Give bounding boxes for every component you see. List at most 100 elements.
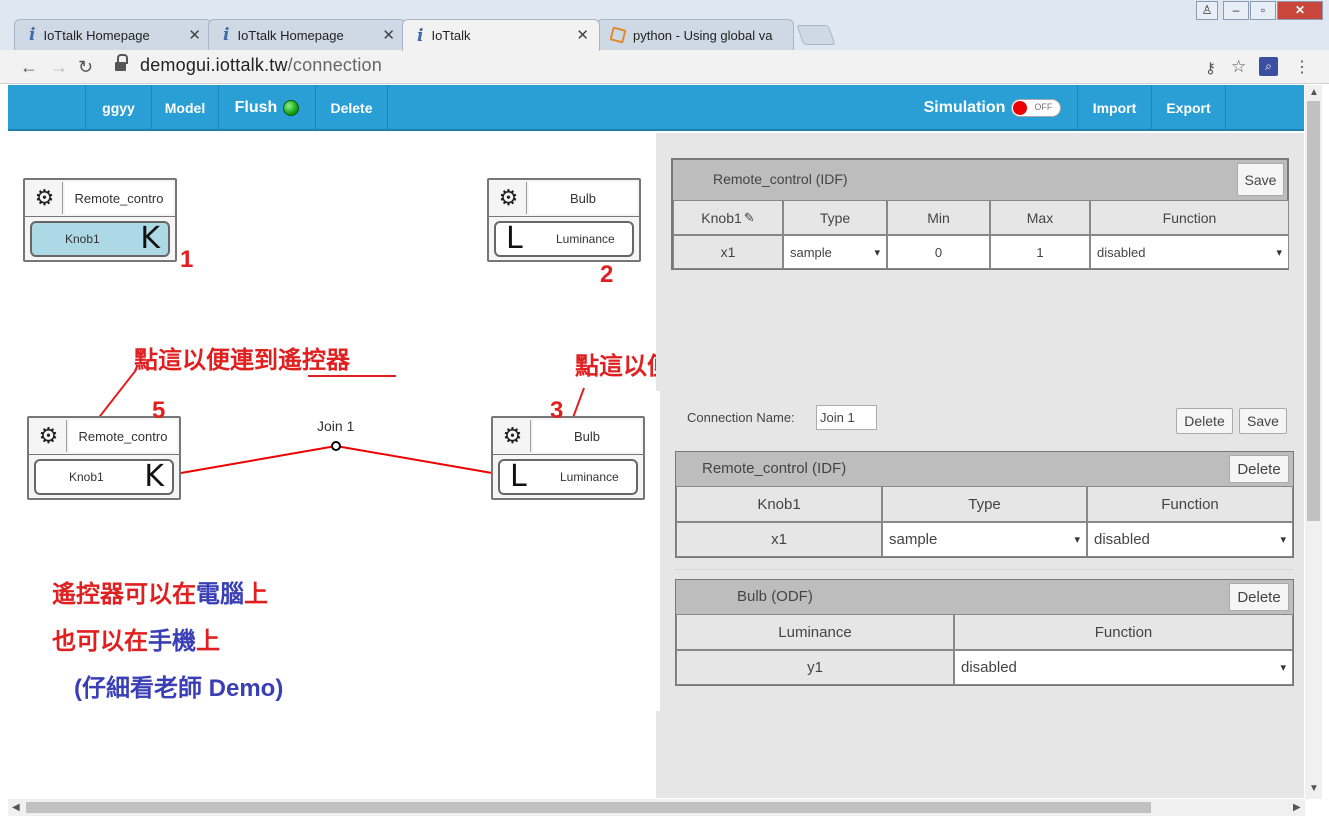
iottalk-icon: i bbox=[223, 25, 230, 45]
idf-header-max: Max bbox=[990, 200, 1090, 235]
idf-max-input[interactable]: 1 bbox=[990, 235, 1090, 269]
scroll-left-icon[interactable]: ◀ bbox=[12, 802, 20, 813]
close-tab-icon[interactable]: ✕ bbox=[576, 26, 589, 44]
device-bulb-odf[interactable]: ⚙ Bulb L Luminance bbox=[487, 178, 641, 262]
idf-title: Remote_control (IDF) bbox=[713, 171, 848, 187]
idf-min-input[interactable]: 0 bbox=[887, 235, 990, 269]
connection-line-left[interactable] bbox=[180, 445, 337, 474]
gear-icon[interactable]: ⚙ bbox=[491, 182, 527, 214]
export-button[interactable]: Export bbox=[1152, 85, 1226, 131]
scroll-right-icon[interactable]: ▶ bbox=[1293, 802, 1301, 813]
annotation-line-2: 也可以在手機上 bbox=[52, 628, 220, 655]
url-field[interactable]: demogui.iottalk.tw/connection bbox=[140, 55, 382, 76]
idf-header-type: Type bbox=[783, 200, 887, 235]
conn-odf-row-name: y1 bbox=[676, 650, 954, 685]
menu-icon[interactable]: ⋮ bbox=[1294, 57, 1310, 77]
conn-odf-header-function: Function bbox=[954, 614, 1293, 650]
address-bar: ← → ↻ demogui.iottalk.tw/connection ⚷ ☆ … bbox=[0, 50, 1329, 84]
connection-name-input[interactable]: Join 1 bbox=[816, 405, 877, 430]
annotation-line-1: 遙控器可以在電腦上 bbox=[52, 581, 268, 608]
tab-iottalk-active[interactable]: i IoTtalk ✕ bbox=[402, 19, 600, 51]
join-label: Join 1 bbox=[317, 418, 355, 434]
connection-save-button[interactable]: Save bbox=[1239, 408, 1287, 434]
close-tab-icon[interactable]: ✕ bbox=[382, 26, 395, 44]
connection-odf-title: Bulb (ODF) bbox=[737, 588, 813, 605]
feature-luminance[interactable]: L Luminance bbox=[494, 221, 634, 257]
iottalk-icon: i bbox=[29, 25, 36, 45]
connection-odf-table: Bulb (ODF) Delete Luminance Function y1 … bbox=[675, 579, 1294, 686]
feature-knob1[interactable]: Knob1 K bbox=[30, 221, 170, 257]
device-bulb-joined[interactable]: ⚙ Bulb L Luminance bbox=[491, 416, 645, 500]
tab-iottalk-homepage-1[interactable]: i IoTtalk Homepage ✕ bbox=[14, 19, 212, 50]
close-tab-icon[interactable]: ✕ bbox=[188, 26, 201, 44]
feature-knob1[interactable]: Knob1 K bbox=[34, 459, 174, 495]
feature-letter: L bbox=[506, 221, 523, 256]
number-3: 3 bbox=[550, 397, 564, 424]
connection-line-right[interactable] bbox=[335, 445, 493, 474]
horizontal-scroll-thumb[interactable] bbox=[26, 802, 1151, 813]
feature-letter: K bbox=[144, 459, 164, 494]
project-canvas[interactable]: ⚙ Remote_contro Knob1 K ⚙ Bulb L Luminan… bbox=[8, 133, 767, 798]
join-node[interactable] bbox=[331, 441, 341, 451]
idf-type-select[interactable]: sample bbox=[783, 235, 887, 269]
user-icon[interactable]: ♙ bbox=[1196, 1, 1218, 20]
star-icon[interactable]: ☆ bbox=[1231, 57, 1246, 77]
maximize-icon[interactable]: ▫ bbox=[1250, 1, 1276, 20]
number-5: 5 bbox=[152, 397, 166, 424]
model-button[interactable]: Model bbox=[152, 85, 219, 131]
reload-icon[interactable]: ↻ bbox=[78, 57, 93, 78]
scroll-up-icon[interactable]: ▲ bbox=[1309, 87, 1319, 98]
idf-function-select[interactable]: disabled bbox=[1090, 235, 1289, 269]
tab-stackoverflow[interactable]: python - Using global va bbox=[596, 19, 794, 50]
extension-icon[interactable]: ⌕ bbox=[1259, 57, 1278, 76]
gear-icon[interactable]: ⚙ bbox=[495, 420, 531, 452]
conn-odf-function-select[interactable]: disabled bbox=[954, 650, 1293, 685]
idf-header-knob1: Knob1 ✎ bbox=[673, 200, 783, 235]
right-panel: Remote_control (IDF) Save Knob1 ✎ Type Mi… bbox=[656, 133, 1304, 798]
conn-idf-header-function: Function bbox=[1087, 486, 1293, 522]
vertical-scroll-thumb[interactable] bbox=[1307, 101, 1320, 521]
idf-row-name: x1 bbox=[673, 235, 783, 269]
idf-settings-panel: Remote_control (IDF) Save Knob1 ✎ Type Mi… bbox=[671, 158, 1289, 270]
window-close-icon[interactable]: ✕ bbox=[1277, 1, 1323, 20]
minimize-icon[interactable]: – bbox=[1223, 1, 1249, 20]
delete-button[interactable]: Delete bbox=[316, 85, 388, 131]
back-icon[interactable]: ← bbox=[20, 57, 38, 78]
gear-icon[interactable]: ⚙ bbox=[31, 420, 67, 452]
conn-idf-type-select[interactable]: sample bbox=[882, 522, 1087, 557]
forward-icon[interactable]: → bbox=[50, 57, 68, 78]
import-button[interactable]: Import bbox=[1078, 85, 1152, 131]
key-icon[interactable]: ⚷ bbox=[1205, 59, 1216, 77]
feature-luminance[interactable]: L Luminance bbox=[498, 459, 638, 495]
project-button[interactable]: ggyy bbox=[85, 85, 152, 131]
conn-idf-function-select[interactable]: disabled bbox=[1087, 522, 1293, 557]
horizontal-scrollbar[interactable]: ◀ ▶ bbox=[8, 799, 1305, 816]
new-tab-button[interactable] bbox=[796, 25, 836, 45]
feature-letter: L bbox=[510, 459, 527, 494]
connection-idf-delete-button[interactable]: Delete bbox=[1229, 455, 1289, 483]
annotation-click-remote: 點這以便連到遙控器 bbox=[134, 347, 350, 374]
flush-status-dot bbox=[283, 100, 300, 116]
connection-idf-title: Remote_control (IDF) bbox=[702, 460, 847, 477]
device-remote-control-joined[interactable]: ⚙ Remote_contro Knob1 K bbox=[27, 416, 181, 500]
stackoverflow-icon bbox=[609, 26, 627, 44]
app-toolbar: ggyy Model Flush Delete Simulation OFF Im… bbox=[8, 85, 1304, 131]
conn-idf-row-name: x1 bbox=[676, 522, 882, 557]
idf-save-button[interactable]: Save bbox=[1237, 163, 1284, 196]
connection-delete-button[interactable]: Delete bbox=[1176, 408, 1233, 434]
flush-button[interactable]: Flush bbox=[219, 85, 316, 131]
connection-odf-delete-button[interactable]: Delete bbox=[1229, 583, 1289, 611]
scroll-down-icon[interactable]: ▼ bbox=[1309, 783, 1319, 794]
pencil-icon[interactable]: ✎ bbox=[744, 210, 755, 226]
device-remote-control-idf[interactable]: ⚙ Remote_contro Knob1 K bbox=[23, 178, 177, 262]
vertical-scrollbar[interactable]: ▲ ▼ bbox=[1305, 85, 1322, 799]
number-1: 1 bbox=[180, 246, 194, 273]
number-2: 2 bbox=[600, 261, 614, 288]
gear-icon[interactable]: ⚙ bbox=[27, 182, 63, 214]
annotation-line-3: (仔細看老師 Demo) bbox=[74, 675, 284, 702]
conn-odf-header-luminance: Luminance bbox=[676, 614, 954, 650]
tab-iottalk-homepage-2[interactable]: i IoTtalk Homepage ✕ bbox=[208, 19, 406, 50]
idf-header-min: Min bbox=[887, 200, 990, 235]
conn-idf-header-knob1: Knob1 bbox=[676, 486, 882, 522]
simulation-toggle[interactable]: OFF bbox=[1011, 99, 1062, 117]
